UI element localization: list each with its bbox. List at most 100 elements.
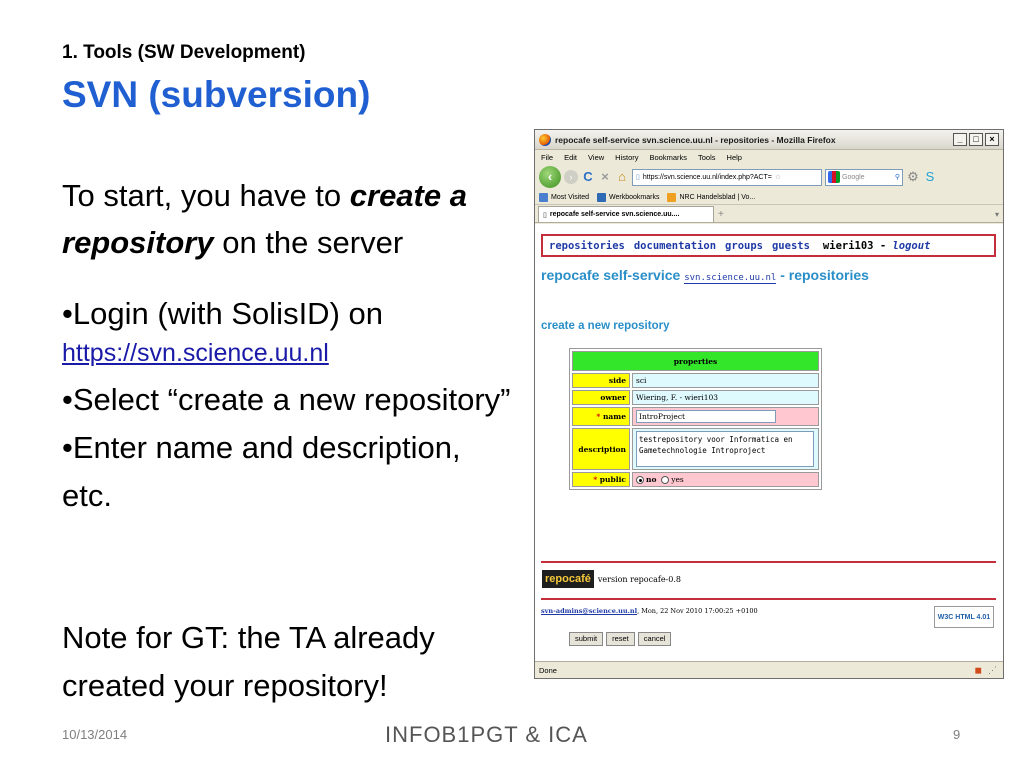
menubar: File Edit View History Bookmarks Tools H… [535, 150, 1003, 164]
close-icon[interactable]: × [985, 133, 999, 146]
url-text: https://svn.science.uu.nl/index.php?ACT= [642, 173, 772, 181]
footer-course: INFOB1PGT & ICA [385, 722, 588, 747]
admin-email-link[interactable]: svn-admins@science.uu.nl [541, 607, 637, 615]
menu-history[interactable]: History [615, 153, 638, 162]
tab-list-icon[interactable]: ▾ [995, 210, 999, 219]
properties-table: properties side sci owner Wiering, F. - … [569, 348, 822, 490]
slide-title: SVN (subversion) [62, 74, 371, 115]
description-cell: testrepository voor Informatica en Gamet… [632, 428, 819, 470]
nav-documentation[interactable]: documentation [634, 240, 716, 252]
search-placeholder: Google [842, 173, 865, 181]
intro-prefix: To start, you have to [62, 178, 350, 213]
tab-repocafe[interactable]: ▯ repocafe self-service svn.science.uu..… [538, 206, 714, 222]
folder-icon [597, 192, 606, 202]
bookmarks-bar: Most Visited Werkbookmarks NRC Handelsbl… [535, 190, 1003, 205]
gear-icon[interactable]: ⚙ [906, 169, 920, 185]
name-input[interactable]: IntroProject [636, 410, 776, 423]
bookmark-label: Werkbookmarks [609, 193, 660, 201]
public-no-label: no [646, 475, 657, 484]
search-box[interactable]: Google ⚲ [825, 168, 903, 186]
version-row: repocafé version repocafe-0.8 [542, 570, 681, 588]
user-name: wieri103 - logout [822, 239, 931, 252]
heading-suffix: - repositories [780, 267, 869, 283]
side-value: sci [632, 373, 819, 388]
intro-text: To start, you have to create a repositor… [62, 172, 517, 266]
search-icon[interactable]: ⚲ [895, 173, 900, 181]
menu-view[interactable]: View [588, 153, 604, 162]
slide-subtitle: 1. Tools (SW Development) [62, 42, 306, 63]
back-icon[interactable]: ‹ [539, 166, 561, 188]
bookmark-label: Most Visited [551, 193, 589, 201]
public-yes-label: yes [671, 475, 684, 484]
svn-link[interactable]: https://svn.science.uu.nl [62, 338, 512, 368]
repocafe-logo: repocafé [542, 570, 594, 588]
skype-icon[interactable]: S [923, 169, 937, 185]
public-no-radio[interactable] [636, 476, 644, 484]
google-icon [828, 171, 840, 183]
reset-button[interactable]: reset [606, 632, 635, 646]
nav-repositories[interactable]: repositories [549, 240, 625, 252]
user-id: wieri103 [822, 239, 874, 252]
stop-icon[interactable]: × [598, 169, 612, 185]
window-titlebar: repocafe self-service svn.science.uu.nl … [535, 130, 1003, 150]
name-cell: IntroProject [632, 407, 819, 426]
logout-link[interactable]: logout [892, 240, 930, 252]
forward-icon[interactable]: › [564, 170, 578, 184]
bookmark-icon [539, 192, 548, 202]
public-label: * public [572, 472, 630, 487]
nav-toolbar: ‹ › C × ⌂ ▯ https://svn.science.uu.nl/in… [535, 164, 1003, 190]
version-text: version repocafe-0.8 [597, 574, 681, 584]
firefox-icon [539, 133, 551, 146]
bookmark-werkbookmarks[interactable]: Werkbookmarks [597, 192, 660, 202]
menu-edit[interactable]: Edit [564, 153, 577, 162]
table-header: properties [572, 351, 819, 371]
bookmark-nrc[interactable]: NRC Handelsblad | Vo... [667, 192, 756, 202]
submit-button[interactable]: submit [569, 632, 604, 646]
bookmark-most-visited[interactable]: Most Visited [539, 192, 589, 202]
window-title: repocafe self-service svn.science.uu.nl … [555, 134, 836, 145]
maximize-icon[interactable]: □ [969, 133, 983, 146]
browser-screenshot: repocafe self-service svn.science.uu.nl … [534, 129, 1004, 679]
public-yes-radio[interactable] [661, 476, 670, 484]
heading-prefix: repocafe self-service [541, 267, 681, 283]
public-label-text: public [599, 475, 626, 484]
divider-bottom [541, 598, 996, 600]
reload-icon[interactable]: C [581, 169, 595, 185]
divider-top [541, 561, 996, 563]
side-label: side [572, 373, 630, 388]
star-icon[interactable]: ☆ [775, 173, 781, 181]
bullet-list: •Login (with SolisID) on https://svn.sci… [62, 290, 512, 520]
nav-guests[interactable]: guests [772, 240, 810, 252]
admin-row: svn-admins@science.uu.nl, Mon, 22 Nov 20… [541, 607, 758, 615]
section-heading: create a new repository [541, 320, 670, 332]
note-text: Note for GT: the TA already created your… [62, 620, 435, 703]
minimize-icon[interactable]: _ [953, 133, 967, 146]
footer-date: 10/13/2014 [62, 727, 128, 742]
menu-help[interactable]: Help [727, 153, 742, 162]
name-label-text: name [602, 412, 626, 421]
page-icon: ▯ [636, 174, 640, 181]
rss-icon [667, 192, 677, 202]
menu-bookmarks[interactable]: Bookmarks [650, 153, 688, 162]
resize-grip-icon[interactable]: ⋰ [988, 665, 997, 676]
cancel-button[interactable]: cancel [637, 632, 672, 646]
status-bar: Done ◼ ⋰ [535, 661, 1003, 678]
page-number: 9 [953, 727, 961, 742]
heading-host-link[interactable]: svn.science.uu.nl [684, 273, 777, 284]
tab-strip: ▯ repocafe self-service svn.science.uu..… [535, 205, 1003, 223]
nav-groups[interactable]: groups [725, 240, 763, 252]
bookmark-label: NRC Handelsblad | Vo... [679, 193, 756, 201]
app-nav: repositories documentation groups guests… [541, 234, 996, 257]
url-bar[interactable]: ▯ https://svn.science.uu.nl/index.php?AC… [632, 168, 822, 186]
owner-value: Wiering, F. - wieri103 [632, 390, 819, 405]
new-tab-icon[interactable]: + [718, 209, 724, 220]
w3c-badge[interactable]: W3C HTML 4.01 [934, 606, 994, 628]
name-label: * name [572, 407, 630, 426]
home-icon[interactable]: ⌂ [615, 169, 629, 185]
addon-icon[interactable]: ◼ [975, 665, 982, 676]
intro-suffix: on the server [213, 225, 404, 260]
tab-label: repocafe self-service svn.science.uu.... [549, 211, 680, 218]
menu-file[interactable]: File [541, 153, 553, 162]
menu-tools[interactable]: Tools [698, 153, 716, 162]
description-textarea[interactable]: testrepository voor Informatica en Gamet… [636, 431, 814, 467]
